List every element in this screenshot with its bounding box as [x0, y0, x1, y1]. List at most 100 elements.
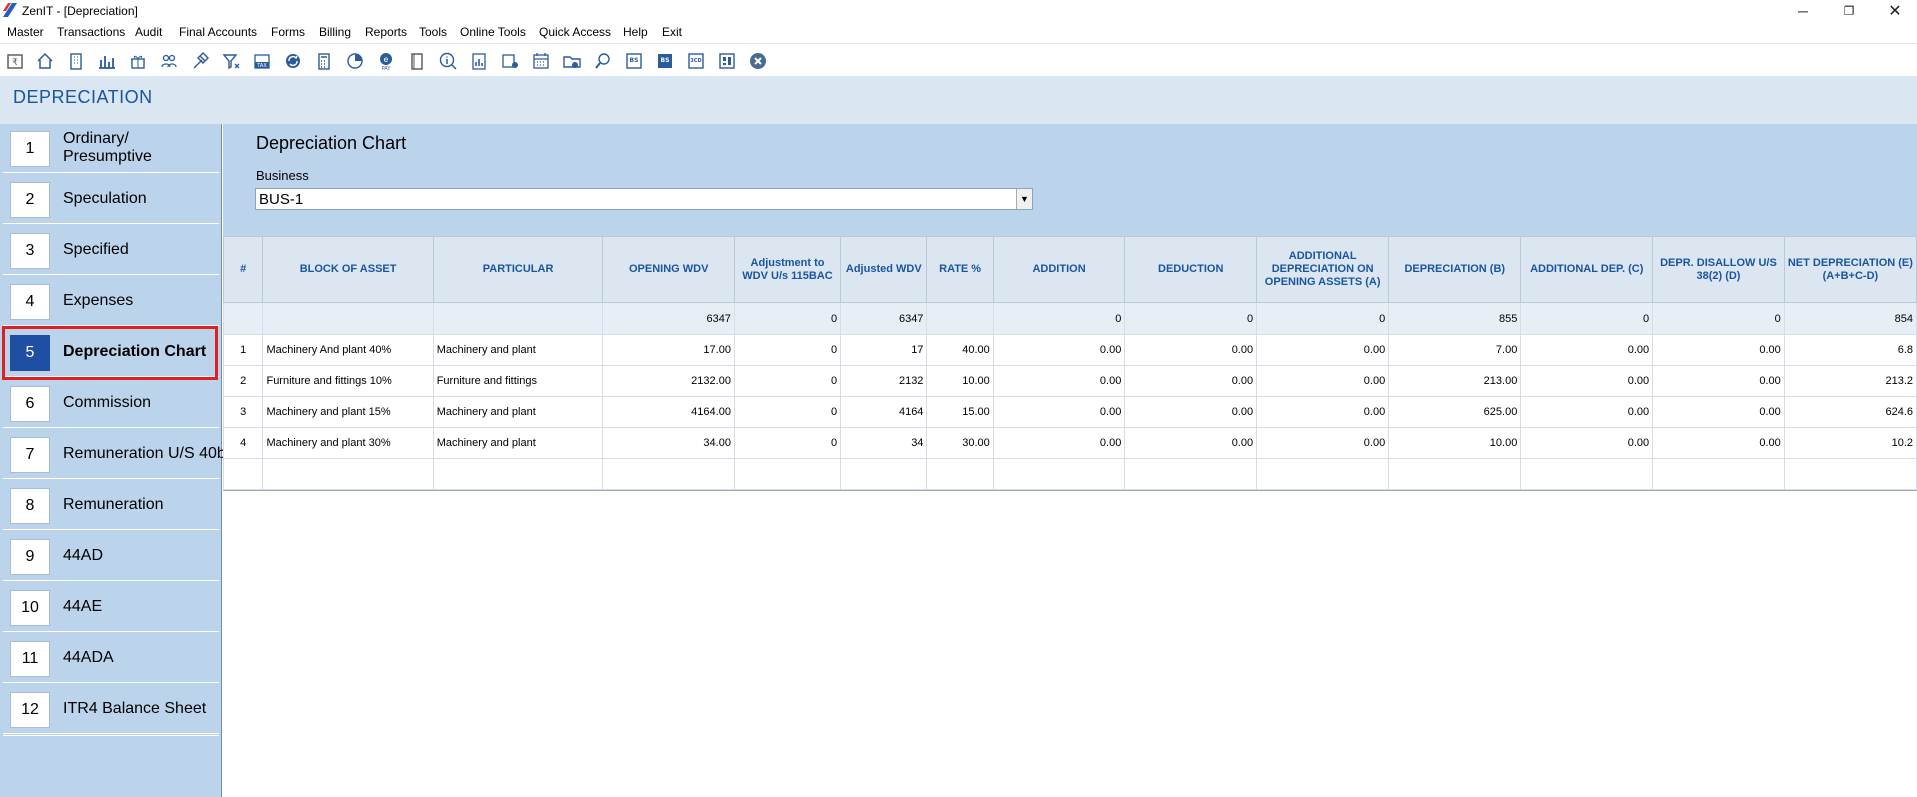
table-cell[interactable] [262, 458, 434, 490]
table-cell[interactable] [1520, 458, 1654, 490]
table-cell[interactable] [992, 458, 1126, 490]
table-cell[interactable] [926, 458, 994, 490]
table-cell[interactable]: 10.00 [926, 365, 994, 397]
table-cell[interactable]: 0.00 [992, 396, 1126, 428]
gift-icon[interactable] [126, 49, 150, 73]
tax-icon[interactable]: TAX [250, 49, 274, 73]
table-cell[interactable]: 4164.00 [602, 396, 735, 428]
table-cell[interactable]: 0.00 [1520, 334, 1654, 366]
table-cell[interactable]: 1 [223, 334, 264, 366]
menu-master[interactable]: Master [7, 25, 44, 39]
bar-chart-icon[interactable] [95, 49, 119, 73]
table-cell[interactable]: 17.00 [602, 334, 735, 366]
column-header[interactable]: DEPR. DISALLOW U/S 38(2) (D) [1652, 236, 1785, 303]
close-window-button[interactable]: ✕ [1872, 0, 1917, 22]
menu-tools[interactable]: Tools [419, 25, 447, 39]
folder-icon[interactable] [560, 49, 584, 73]
column-header[interactable]: ADDITIONAL DEPRECIATION ON OPENING ASSET… [1256, 236, 1390, 303]
sidebar-item-itr4-balance-sheet[interactable]: 12 ITR4 Balance Sheet [3, 685, 219, 734]
table-cell[interactable]: 0.00 [1652, 334, 1785, 366]
table-cell[interactable]: 625.00 [1388, 396, 1522, 428]
menu-audit[interactable]: Audit [135, 25, 162, 39]
table-cell[interactable]: 0.00 [1520, 427, 1654, 459]
maximize-button[interactable]: ❐ [1826, 0, 1872, 22]
table-cell[interactable]: 7.00 [1388, 334, 1522, 366]
table-cell[interactable]: 10.2 [1783, 427, 1917, 459]
table-cell[interactable]: 4 [223, 427, 264, 459]
column-header[interactable]: DEPRECIATION (B) [1388, 236, 1522, 303]
home-icon[interactable] [33, 49, 57, 73]
table-cell[interactable]: 2132.00 [602, 365, 735, 397]
table-cell[interactable]: 0.00 [1256, 396, 1390, 428]
table-cell[interactable]: 30.00 [926, 427, 994, 459]
table-cell[interactable] [602, 458, 735, 490]
table-cell[interactable]: 0 [733, 334, 842, 366]
table-cell[interactable]: 0.00 [1652, 396, 1785, 428]
table-cell[interactable]: Furniture and fittings [432, 365, 604, 397]
sidebar-item-specified[interactable]: 3 Specified [3, 226, 219, 275]
sidebar-item-remuneration-40b[interactable]: 7 Remuneration U/S 40b [3, 430, 226, 479]
menu-quick-access[interactable]: Quick Access [539, 25, 611, 39]
table-row[interactable]: 3 Machinery and plant 15% Machinery and … [223, 396, 1917, 428]
table-cell[interactable]: 0.00 [992, 427, 1126, 459]
table-cell[interactable] [1652, 458, 1785, 490]
calculator-icon[interactable] [312, 49, 336, 73]
bs-icon[interactable]: BS [622, 49, 646, 73]
table-cell[interactable]: 0.00 [1256, 427, 1390, 459]
book-icon[interactable] [405, 49, 429, 73]
sidebar-item-commission[interactable]: 6 Commission [3, 379, 219, 428]
table-cell[interactable]: Machinery and plant [432, 396, 604, 428]
table-cell[interactable]: 0 [733, 396, 842, 428]
empty-table-row[interactable] [223, 458, 1917, 490]
table-cell[interactable]: 0.00 [1124, 396, 1258, 428]
business-select[interactable]: BUS-1 ▼ [255, 188, 1033, 210]
menu-transactions[interactable]: Transactions [57, 25, 125, 39]
column-header[interactable]: PARTICULAR [432, 236, 604, 303]
table-cell[interactable]: Machinery and plant [432, 334, 604, 366]
table-cell[interactable]: 0.00 [1256, 334, 1390, 366]
table-cell[interactable]: 213.00 [1388, 365, 1522, 397]
table-cell[interactable]: Furniture and fittings 10% [262, 365, 434, 397]
sidebar-item-speculation[interactable]: 2 Speculation [3, 175, 219, 224]
dashboard-icon[interactable] [715, 49, 739, 73]
filter-icon[interactable] [219, 49, 243, 73]
table-cell[interactable]: Machinery and plant 15% [262, 396, 434, 428]
table-cell[interactable]: 0.00 [1520, 396, 1654, 428]
3cd-icon[interactable]: 3CD [684, 49, 708, 73]
info-icon[interactable] [436, 49, 460, 73]
chevron-down-icon[interactable]: ▼ [1016, 189, 1032, 209]
table-cell[interactable] [1124, 458, 1258, 490]
table-cell[interactable]: 0.00 [992, 334, 1126, 366]
table-cell[interactable]: 0.00 [1124, 365, 1258, 397]
column-header[interactable]: BLOCK OF ASSET [262, 236, 434, 303]
table-cell[interactable]: 6.8 [1783, 334, 1917, 366]
table-row[interactable]: 2 Furniture and fittings 10% Furniture a… [223, 365, 1917, 397]
search-doc-icon[interactable] [591, 49, 615, 73]
column-header[interactable]: DEDUCTION [1124, 236, 1258, 303]
column-header[interactable]: RATE % [926, 236, 994, 303]
menu-exit[interactable]: Exit [662, 25, 682, 39]
column-header[interactable]: NET DEPRECIATION (E)(A+B+C-D) [1783, 236, 1917, 303]
table-cell[interactable]: 4164 [840, 396, 928, 428]
table-cell[interactable]: 40.00 [926, 334, 994, 366]
table-row[interactable]: 4 Machinery and plant 30% Machinery and … [223, 427, 1917, 459]
table-cell[interactable]: 2 [223, 365, 264, 397]
table-row[interactable]: 1 Machinery And plant 40% Machinery and … [223, 334, 1917, 366]
column-header[interactable]: Adjustment to WDV U/s 115BAC [733, 236, 842, 303]
table-cell[interactable]: 0.00 [1652, 365, 1785, 397]
table-cell[interactable]: 0.00 [1124, 427, 1258, 459]
sidebar-item-expenses[interactable]: 4 Expenses [3, 277, 219, 326]
menu-final-accounts[interactable]: Final Accounts [179, 25, 257, 39]
table-cell[interactable] [840, 458, 928, 490]
e-pay-icon[interactable]: e PAY [374, 49, 398, 73]
table-cell[interactable]: 17 [840, 334, 928, 366]
menu-reports[interactable]: Reports [365, 25, 407, 39]
menu-online-tools[interactable]: Online Tools [460, 25, 526, 39]
rupee-book-icon[interactable]: ₹ [3, 49, 27, 73]
report-icon[interactable] [467, 49, 491, 73]
pie-chart-icon[interactable] [343, 49, 367, 73]
sidebar-item-remuneration[interactable]: 8 Remuneration [3, 481, 219, 530]
table-cell[interactable]: 0.00 [1256, 365, 1390, 397]
table-cell[interactable] [733, 458, 842, 490]
table-cell[interactable] [1256, 458, 1390, 490]
